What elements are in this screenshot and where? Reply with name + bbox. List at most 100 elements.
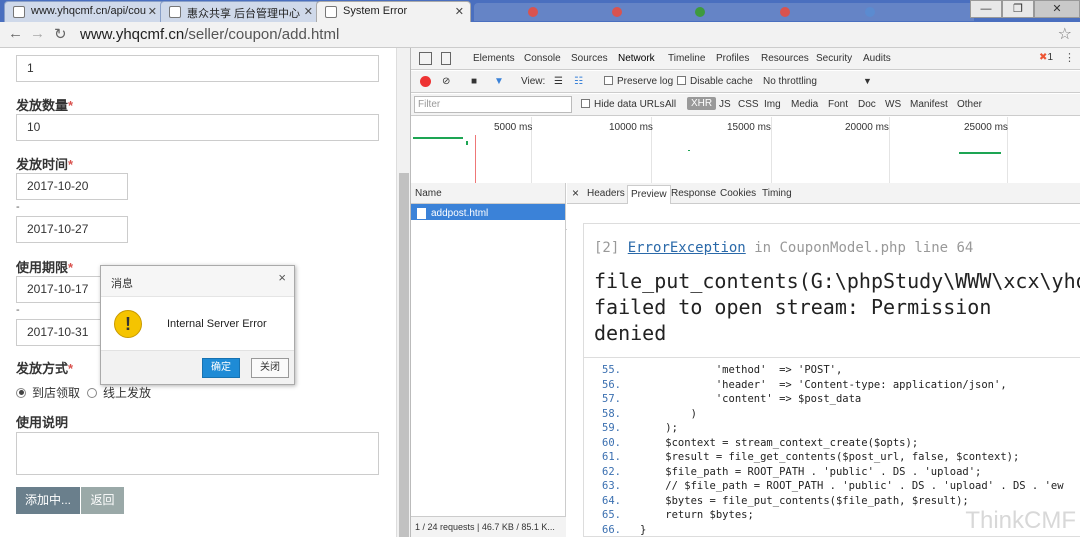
devtools-tab-audits[interactable]: Audits: [863, 53, 891, 64]
more-options-icon[interactable]: ⋮: [1064, 51, 1075, 64]
devtools-tab-profiles[interactable]: Profiles: [716, 53, 749, 64]
detail-tab-cookies[interactable]: Cookies: [720, 188, 756, 199]
quantity-input[interactable]: 10: [16, 114, 379, 141]
browser-tab-admin[interactable]: 惠众共享 后台管理中心 ✕: [160, 1, 320, 22]
use-period-label: 使用期限*: [16, 260, 74, 275]
dialog-message: Internal Server Error: [167, 318, 267, 330]
disable-cache-checkbox[interactable]: Disable cache: [677, 76, 753, 87]
filter-type-media[interactable]: Media: [791, 99, 818, 110]
clear-icon[interactable]: ⊘: [442, 76, 450, 87]
close-icon[interactable]: ✕: [455, 5, 464, 18]
back-arrow-icon[interactable]: ←: [8, 25, 23, 42]
detail-tab-preview[interactable]: Preview: [627, 185, 671, 204]
adding-button[interactable]: 添加中...: [16, 487, 80, 514]
file-icon: [417, 207, 426, 219]
reload-icon[interactable]: ↻: [54, 25, 67, 43]
code-line: 55. 'method' => 'POST',: [584, 364, 1080, 379]
request-row[interactable]: addpost.html: [411, 204, 565, 220]
filter-bar: Filter Hide data URLs All XHR JS CSS Img…: [411, 94, 1080, 116]
filter-input[interactable]: Filter: [414, 96, 572, 113]
filter-type-all[interactable]: All: [665, 99, 676, 110]
url-input[interactable]: www.yhqcmf.cn/seller/coupon/add.html: [80, 24, 1080, 45]
filter-type-other[interactable]: Other: [957, 99, 982, 110]
close-detail-icon[interactable]: ×: [572, 186, 579, 200]
bookmark-star-icon[interactable]: ☆: [1058, 24, 1072, 44]
detail-tab-response[interactable]: Response: [671, 188, 716, 199]
close-icon[interactable]: ✕: [304, 5, 313, 18]
window-close-button[interactable]: ✕: [1034, 0, 1080, 18]
network-toolbar: ⊘ ■ ▼ View: ☰ ☷ Preserve log Disable cac…: [411, 71, 1080, 93]
devtools-tab-network[interactable]: Network: [618, 53, 655, 64]
close-icon[interactable]: ✕: [148, 5, 157, 18]
line-source: );: [640, 422, 678, 434]
list-view-icon[interactable]: ☰: [554, 76, 563, 87]
dialog-title: 消息: [101, 266, 294, 297]
restore-button[interactable]: ❐: [1002, 0, 1034, 18]
filter-funnel-icon[interactable]: ▼: [494, 76, 504, 87]
record-icon[interactable]: [420, 76, 431, 87]
method-radio-online[interactable]: 线上发放: [87, 384, 151, 401]
hide-data-urls-checkbox[interactable]: Hide data URLs: [581, 99, 665, 110]
filter-type-ws[interactable]: WS: [885, 99, 901, 110]
timeline-tick: 5000 ms: [494, 122, 533, 133]
name-column-header[interactable]: Name: [411, 183, 565, 204]
exception-link[interactable]: ErrorException: [628, 240, 746, 256]
range-separator: -: [16, 304, 20, 316]
filter-type-js[interactable]: JS: [719, 99, 731, 110]
issue-start-date-input[interactable]: 2017-10-20: [16, 173, 128, 200]
devtools-tab-console[interactable]: Console: [524, 53, 561, 64]
blurred-tab-icon: [780, 7, 790, 17]
browser-tab-api[interactable]: www.yhqcmf.cn/api/cou ✕: [4, 1, 164, 22]
filter-type-manifest[interactable]: Manifest: [910, 99, 948, 110]
inspect-element-icon[interactable]: [419, 52, 432, 65]
filter-type-xhr[interactable]: XHR: [687, 97, 717, 110]
forward-arrow-icon[interactable]: →: [30, 25, 45, 42]
detail-tab-headers[interactable]: Headers: [587, 188, 625, 199]
message-dialog: 消息 × ! Internal Server Error 确定 关闭: [100, 265, 295, 385]
preserve-log-checkbox[interactable]: Preserve log: [604, 76, 673, 87]
devtools-tab-sources[interactable]: Sources: [571, 53, 608, 64]
line-source: // $file_path = ROOT_PATH . 'public' . D…: [640, 480, 1064, 492]
screenshot-camera-icon[interactable]: ■: [471, 76, 477, 87]
line-number: 56.: [602, 378, 621, 391]
detail-tab-timing[interactable]: Timing: [762, 188, 792, 199]
back-button[interactable]: 返回: [81, 487, 124, 514]
filter-type-font[interactable]: Font: [828, 99, 848, 110]
url-path: /seller/coupon/add.html: [184, 26, 340, 43]
minimize-button[interactable]: —: [970, 0, 1002, 18]
filter-type-doc[interactable]: Doc: [858, 99, 876, 110]
devtools-tab-elements[interactable]: Elements: [473, 53, 515, 64]
devtools-tab-security[interactable]: Security: [816, 53, 852, 64]
line-number: 57.: [602, 393, 621, 405]
page-icon: [13, 6, 25, 18]
browser-tab-system-error[interactable]: System Error ✕: [316, 1, 471, 22]
waterfall-view-icon[interactable]: ☷: [574, 76, 583, 87]
throttling-select[interactable]: No throttling: [763, 76, 817, 87]
chevron-down-icon[interactable]: ▼: [863, 76, 872, 86]
dialog-close-icon[interactable]: ×: [278, 270, 286, 285]
dialog-ok-button[interactable]: 确定: [202, 358, 240, 378]
method-radio-store[interactable]: 到店领取: [16, 384, 80, 401]
filter-type-css[interactable]: CSS: [738, 99, 759, 110]
page-scrollbar[interactable]: [396, 48, 410, 537]
error-counter[interactable]: ✖1: [1039, 52, 1053, 63]
detail-tab-bar: × Headers Preview Response Cookies Timin…: [567, 183, 1080, 204]
timeline-tick: 15000 ms: [727, 122, 771, 133]
radio-selected-icon: [16, 387, 26, 398]
issue-end-date-input[interactable]: 2017-10-27: [16, 216, 128, 243]
code-line: 63. // $file_path = ROOT_PATH . 'public'…: [584, 480, 1080, 495]
window-controls: — ❐ ✕: [970, 0, 1080, 20]
warning-icon: !: [114, 310, 142, 338]
device-mode-icon[interactable]: [441, 52, 451, 65]
line-source: ): [640, 407, 697, 420]
description-textarea[interactable]: [16, 432, 379, 475]
blurred-tab-icon: [865, 7, 875, 17]
scrollbar-thumb[interactable]: [399, 173, 409, 537]
previous-field-input[interactable]: 1: [16, 55, 379, 82]
dialog-cancel-button[interactable]: 关闭: [251, 358, 289, 378]
line-number: 66.: [602, 523, 621, 536]
devtools-tab-timeline[interactable]: Timeline: [668, 53, 705, 64]
devtools-tab-resources[interactable]: Resources: [761, 53, 809, 64]
filter-type-img[interactable]: Img: [764, 99, 781, 110]
line-number: 65.: [602, 509, 621, 521]
